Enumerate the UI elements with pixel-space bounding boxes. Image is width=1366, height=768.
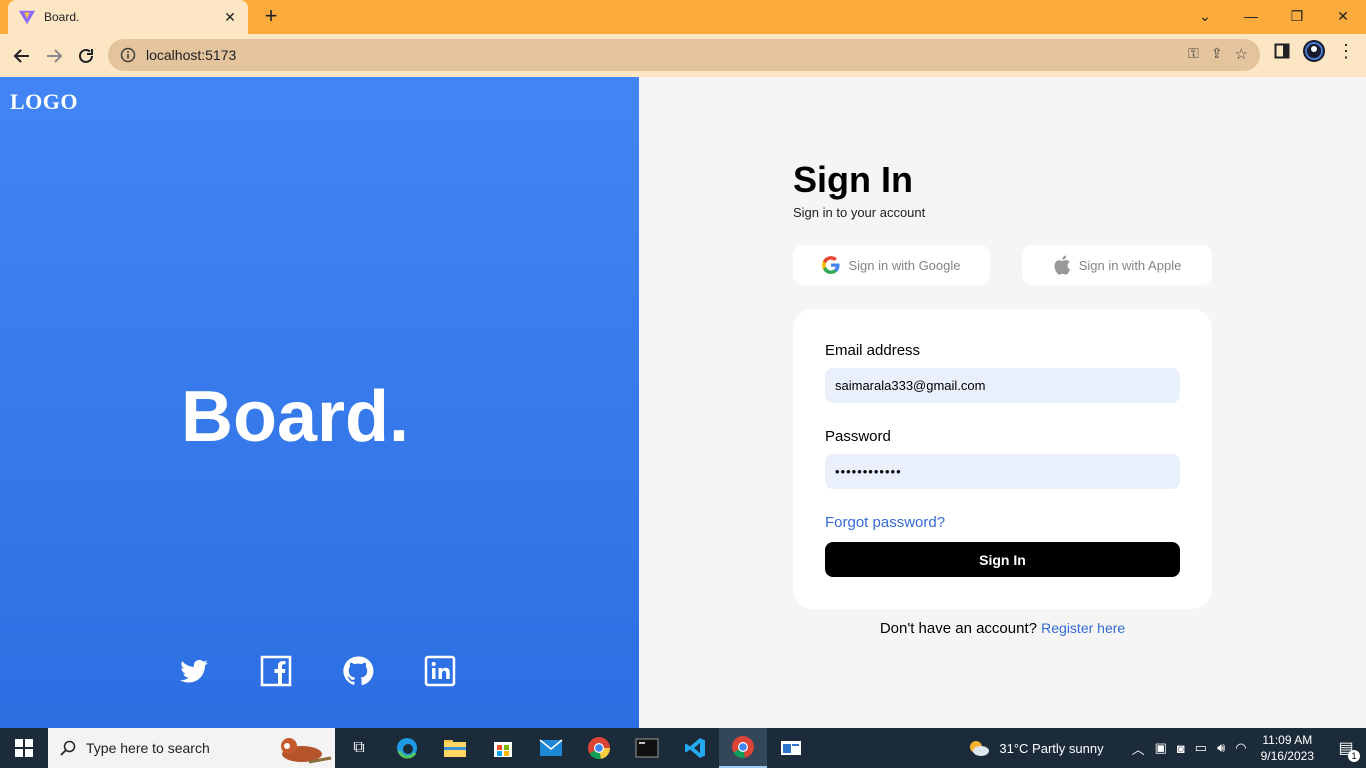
battery-icon[interactable]: ▭ (1195, 740, 1207, 756)
brand-title: Board. (180, 377, 410, 457)
chrome-icon[interactable] (575, 728, 623, 768)
weather-text[interactable]: 31°C Partly sunny (999, 741, 1103, 756)
edge-icon[interactable] (383, 728, 431, 768)
new-tab-button[interactable]: + (258, 4, 284, 30)
search-placeholder: Type here to search (86, 740, 210, 756)
chevron-up-icon[interactable]: ︿ (1132, 739, 1145, 758)
google-icon (822, 256, 841, 274)
start-button[interactable] (0, 728, 48, 768)
signin-form-card: Email address saimarala333@gmail.com Pas… (793, 309, 1212, 609)
store-icon[interactable] (479, 728, 527, 768)
task-view-icon[interactable]: ⧉ (335, 728, 383, 768)
taskbar: Type here to search ⧉ 31°C Partly sunny (0, 728, 1366, 768)
volume-icon[interactable]: 🔊︎ (1217, 740, 1225, 756)
google-signin-label: Sign in with Google (848, 257, 961, 273)
url-text: localhost:5173 (146, 47, 237, 63)
star-icon[interactable]: ☆ (1235, 45, 1248, 63)
forward-arrow-icon (47, 48, 63, 63)
forward-button[interactable] (38, 40, 70, 72)
meet-icon[interactable]: ▣ (1155, 740, 1167, 756)
profile-avatar[interactable] (1302, 39, 1326, 63)
email-label: Email address (825, 342, 921, 359)
apple-icon (1054, 255, 1070, 275)
back-button[interactable] (6, 40, 38, 72)
page-title: Sign In (793, 159, 913, 200)
email-field[interactable]: saimarala333@gmail.com (825, 368, 1180, 403)
address-bar[interactable]: localhost:5173 ⚿ ⇪ ☆ (108, 39, 1260, 71)
camera-icon[interactable]: ◙ (1177, 741, 1185, 756)
file-explorer-icon[interactable] (431, 728, 479, 768)
clock-date: 9/16/2023 (1260, 749, 1314, 763)
minimize-button[interactable]: — (1228, 0, 1274, 32)
info-icon[interactable] (120, 47, 136, 63)
social-links (178, 655, 456, 687)
vite-icon (18, 10, 36, 25)
terminal-icon[interactable] (623, 728, 671, 768)
notification-icon[interactable]: ▤ 1 (1326, 728, 1366, 768)
signin-panel: Sign In Sign in to your account Sign in … (639, 77, 1366, 728)
tab-title: Board. (44, 10, 80, 24)
wifi-icon[interactable]: ◠ (1235, 740, 1246, 756)
weather-icon (970, 741, 990, 756)
reload-icon (79, 48, 93, 63)
password-label: Password (825, 428, 891, 445)
google-signin-button[interactable]: Sign in with Google (793, 245, 990, 285)
browser-tab[interactable]: Board. ✕ (8, 0, 248, 34)
apple-signin-label: Sign in with Apple (1078, 257, 1182, 273)
password-field[interactable]: •••••••••••• (825, 454, 1180, 489)
brand-panel: LOGO Board. (0, 77, 639, 728)
github-icon[interactable] (342, 655, 374, 687)
logo: LOGO (10, 89, 79, 114)
facebook-icon[interactable] (260, 655, 292, 687)
system-tray: 31°C Partly sunny ︿ ▣ ◙ ▭ 🔊︎ ◠ 11:09 AM … (967, 728, 1366, 768)
clock[interactable]: 11:09 AM 9/16/2023 (1261, 732, 1314, 764)
tab-close-icon[interactable]: ✕ (222, 9, 238, 26)
browser-tabbar: Board. ✕ + ⌄ — ❐ ✕ (0, 0, 1366, 34)
taskbar-search[interactable]: Type here to search (48, 728, 335, 768)
back-arrow-icon (13, 48, 29, 63)
mail-icon[interactable] (527, 728, 575, 768)
chrome-active-icon[interactable] (719, 728, 767, 768)
search-icon (60, 740, 76, 756)
linkedin-icon[interactable] (424, 655, 456, 687)
register-row: Don't have an account? Register here (639, 620, 1366, 637)
close-window-button[interactable]: ✕ (1320, 0, 1366, 32)
signin-button[interactable]: Sign In (825, 542, 1180, 577)
app-window-icon[interactable] (767, 728, 815, 768)
clock-time: 11:09 AM (1262, 733, 1313, 747)
notification-count: 1 (1348, 750, 1360, 762)
tab-search-icon[interactable]: ⌄ (1182, 0, 1228, 32)
share-icon[interactable]: ⇪ (1211, 45, 1223, 63)
register-prompt: Don't have an account? (879, 620, 1037, 637)
windows-icon (15, 739, 33, 757)
register-link[interactable]: Register here (1041, 620, 1125, 636)
browser-toolbar: localhost:5173 ⚿ ⇪ ☆ ⋮ (0, 34, 1366, 77)
menu-kebab-icon[interactable]: ⋮ (1334, 39, 1358, 63)
forgot-password-link[interactable]: Forgot password? (825, 514, 945, 531)
apple-signin-button[interactable]: Sign in with Apple (1022, 245, 1212, 285)
vscode-icon[interactable] (671, 728, 719, 768)
key-icon[interactable]: ⚿ (1188, 45, 1199, 63)
page-subtitle: Sign in to your account (793, 205, 926, 220)
side-panel-icon[interactable] (1270, 39, 1294, 63)
restore-button[interactable]: ❐ (1274, 0, 1320, 32)
reload-button[interactable] (70, 40, 102, 72)
twitter-icon[interactable] (178, 655, 210, 687)
red-panda-icon (281, 738, 332, 764)
